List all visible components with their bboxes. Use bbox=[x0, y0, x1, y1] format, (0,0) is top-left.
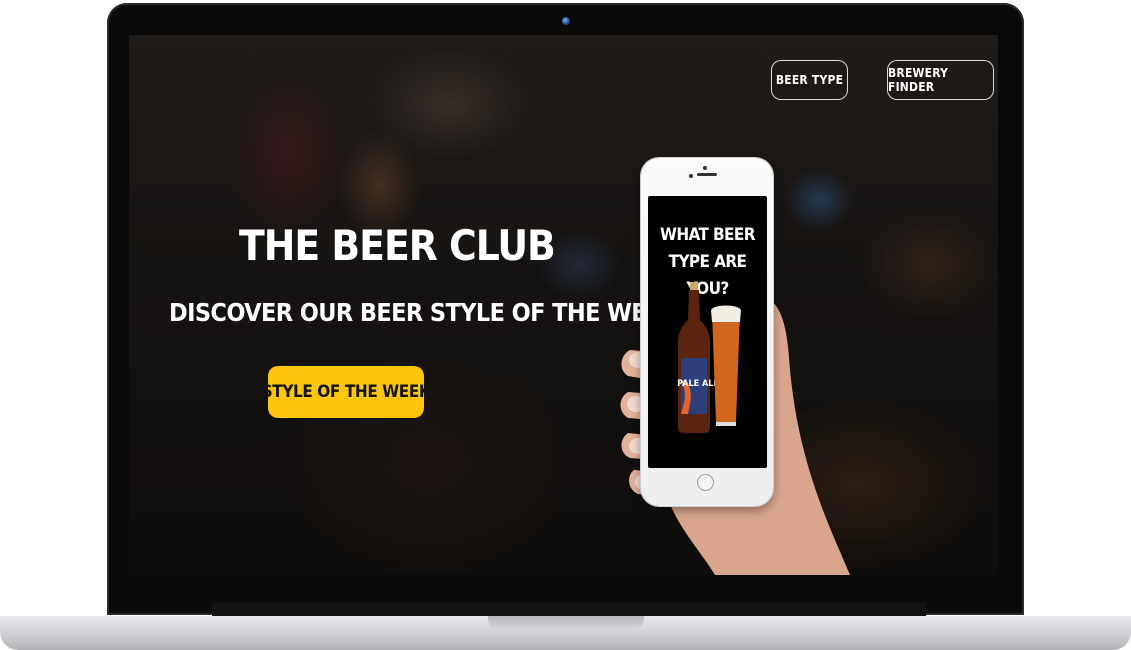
phone-home-button bbox=[697, 474, 714, 491]
brewery-finder-button[interactable]: BREWERY FINDER bbox=[887, 60, 994, 100]
bottle-cap bbox=[690, 282, 698, 290]
bottle-label-text: PALE ALE bbox=[677, 379, 719, 389]
beer-glass bbox=[712, 312, 740, 422]
hero-subtitle: DISCOVER OUR BEER STYLE OF THE WEEK bbox=[169, 298, 678, 327]
phone-speaker bbox=[697, 173, 717, 176]
hero-title: THE BEER CLUB bbox=[239, 221, 556, 270]
beer-type-button[interactable]: BEER TYPE bbox=[771, 60, 848, 100]
phone-sensor-dot bbox=[703, 166, 707, 170]
laptop-mockup: BEER TYPE BREWERY FINDER THE BEER CLUB D… bbox=[0, 0, 1131, 650]
style-of-the-week-button[interactable]: STYLE OF THE WEEK bbox=[262, 366, 431, 418]
beer-bottle-and-glass-image: PALE ALE bbox=[677, 282, 741, 433]
beer-foam bbox=[711, 305, 741, 322]
phone-camera-dot bbox=[689, 174, 693, 178]
laptop-notch bbox=[488, 616, 644, 629]
webcam-icon bbox=[562, 17, 570, 25]
laptop-hinge bbox=[212, 602, 926, 616]
